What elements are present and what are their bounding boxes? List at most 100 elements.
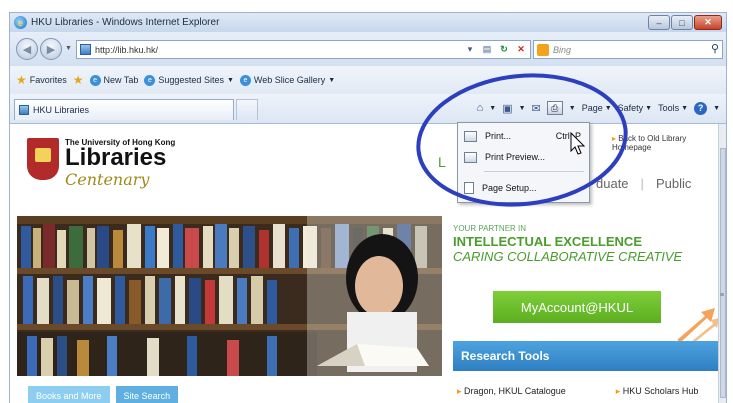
search-input[interactable]: Bing <box>553 45 571 55</box>
safety-menu-button[interactable]: Safety ▼ <box>618 103 652 113</box>
title-bar: e HKU Libraries - Windows Internet Explo… <box>9 12 727 32</box>
research-tools-links: Dragon, HKUL Catalogue HKU Scholars Hub <box>457 386 698 397</box>
print-preview-icon <box>464 151 477 163</box>
audience-separator: | <box>640 176 644 191</box>
partner-small-text: YOUR PARTNER IN <box>453 224 527 233</box>
page-menu-button[interactable]: Page ▼ <box>582 103 612 113</box>
new-tab-button[interactable] <box>236 99 258 120</box>
tab-books-and-more[interactable]: Books and More <box>28 386 110 403</box>
recent-pages-dropdown-icon[interactable]: ▼ <box>65 45 72 52</box>
minimize-button[interactable]: – <box>648 15 670 30</box>
partner-line-2: CARING COLLABORATIVE CREATIVE <box>453 249 683 264</box>
hero-illustration <box>17 216 442 376</box>
favorites-star-icon: ★ <box>16 73 27 87</box>
myaccount-button[interactable]: MyAccount@HKUL <box>493 291 661 323</box>
ie-page-icon: e <box>144 74 156 86</box>
research-link-scholars-hub[interactable]: HKU Scholars Hub <box>616 386 699 397</box>
partner-banner: YOUR PARTNER IN INTELLECTUAL EXCELLENCE … <box>453 224 682 264</box>
add-to-favorites-button[interactable]: ★ <box>73 73 84 87</box>
hku-libraries-logo[interactable]: The University of Hong Kong Libraries Ce… <box>27 138 175 189</box>
safety-menu-label: Safety <box>617 103 644 113</box>
maximize-button[interactable]: □ <box>671 15 693 30</box>
command-bar: HKU Libraries ⌂ ▼ ▣ ▼ ✉ ⎙ ▼ Page ▼ Safet… <box>9 94 727 124</box>
tools-menu-button[interactable]: Tools ▼ <box>658 103 688 113</box>
refresh-icon[interactable]: ↻ <box>497 42 511 57</box>
favorite-new-tab[interactable]: e New Tab <box>89 74 139 86</box>
page-icon <box>19 105 29 115</box>
decorative-arrows-icon <box>677 308 718 342</box>
audience-public[interactable]: Public <box>656 176 691 191</box>
navigation-bar: ◀ ▶ ▼ http://lib.hku.hk/ ▾ ▤ ↻ ✕ Bing ⚲ <box>9 32 727 66</box>
chevron-down-icon[interactable]: ▼ <box>713 105 720 112</box>
favorites-label: Favorites <box>29 75 67 85</box>
chevron-down-icon: ▼ <box>328 76 336 84</box>
chevron-down-icon[interactable]: ▼ <box>489 105 496 112</box>
feeds-icon[interactable]: ▣ <box>502 102 512 115</box>
favorite-suggested-sites[interactable]: e Suggested Sites ▼ <box>144 74 234 86</box>
menu-item-label: Print... <box>485 131 512 141</box>
address-url[interactable]: http://lib.hku.hk/ <box>95 45 158 55</box>
forward-button[interactable]: ▶ <box>40 38 62 60</box>
menu-item-page-setup[interactable]: Page Setup... <box>458 178 589 198</box>
chevron-down-icon: ▼ <box>604 104 612 112</box>
audience-graduate[interactable]: duate <box>596 176 629 191</box>
read-mail-icon[interactable]: ✉ <box>532 102 541 115</box>
window-title: HKU Libraries - Windows Internet Explore… <box>31 17 220 28</box>
compatibility-view-icon[interactable]: ▤ <box>480 42 494 57</box>
add-favorite-icon: ★ <box>72 73 84 87</box>
tools-menu-label: Tools <box>658 103 680 113</box>
close-button[interactable]: ✕ <box>694 15 722 30</box>
stop-icon[interactable]: ✕ <box>514 42 528 57</box>
print-icon <box>464 130 477 142</box>
research-link-dragon[interactable]: Dragon, HKUL Catalogue <box>457 386 566 397</box>
audience-partial-left[interactable]: L <box>438 154 446 170</box>
tab-hku-libraries[interactable]: HKU Libraries <box>14 99 234 120</box>
menu-item-label: Page Setup... <box>482 183 537 193</box>
menu-item-label: Print Preview... <box>485 152 546 162</box>
help-icon[interactable]: ? <box>694 101 708 115</box>
page-menu-label: Page <box>581 103 603 113</box>
chevron-down-icon[interactable]: ▼ <box>519 105 526 112</box>
search-box[interactable]: Bing ⚲ <box>533 40 723 59</box>
print-dropdown-icon[interactable]: ▼ <box>569 105 576 112</box>
address-tools: ▾ ▤ ↻ ✕ <box>463 42 528 57</box>
logo-centenary: Centenary <box>65 170 150 189</box>
hku-crest-icon <box>27 138 59 180</box>
ie-logo-icon: e <box>14 16 27 29</box>
bing-icon <box>537 43 549 56</box>
favorites-button[interactable]: ★ Favorites <box>16 73 67 87</box>
page-content: The University of Hong Kong Libraries Ce… <box>9 124 718 403</box>
window-controls: – □ ✕ <box>648 15 722 30</box>
logo-libraries: Libraries <box>65 144 167 171</box>
favorite-label: New Tab <box>103 75 139 85</box>
ie-window: e HKU Libraries - Windows Internet Explo… <box>0 0 733 403</box>
favorite-web-slice-gallery[interactable]: e Web Slice Gallery ▼ <box>239 74 336 86</box>
back-to-old-homepage-link[interactable]: Back to Old Library Homepage <box>612 134 718 152</box>
ie-page-icon: e <box>239 74 251 86</box>
favorites-bar: ★ Favorites ★ e New Tab e Suggested Site… <box>9 66 727 94</box>
research-tools-header: Research Tools <box>453 341 718 371</box>
favorite-label: Suggested Sites <box>158 75 224 85</box>
vertical-scrollbar[interactable]: ≡ <box>718 124 727 403</box>
home-icon[interactable]: ⌂ <box>477 102 484 114</box>
address-bar[interactable]: http://lib.hku.hk/ ▾ ▤ ↻ ✕ <box>76 40 531 59</box>
address-dropdown-icon[interactable]: ▾ <box>463 42 477 57</box>
search-icon[interactable]: ⚲ <box>711 42 719 55</box>
logo-text: The University of Hong Kong Libraries Ce… <box>65 138 175 189</box>
back-button[interactable]: ◀ <box>16 38 38 60</box>
menu-separator <box>484 171 584 172</box>
tab-site-search[interactable]: Site Search <box>115 386 179 403</box>
print-icon[interactable]: ⎙ <box>546 101 563 115</box>
hero-library-image <box>17 216 442 376</box>
student-figure <box>307 216 442 376</box>
ie-page-icon: e <box>89 74 101 86</box>
page-icon <box>80 44 91 55</box>
scrollbar-grip-icon: ≡ <box>720 292 725 299</box>
search-tabs: Books and More Site Search <box>28 386 179 403</box>
partner-line-1: INTELLECTUAL EXCELLENCE <box>453 234 642 249</box>
tab-label: HKU Libraries <box>33 105 90 115</box>
chevron-down-icon: ▼ <box>645 104 653 112</box>
favorite-label: Web Slice Gallery <box>253 75 326 85</box>
scrollbar-thumb[interactable] <box>720 148 726 398</box>
chevron-down-icon: ▼ <box>681 104 689 112</box>
